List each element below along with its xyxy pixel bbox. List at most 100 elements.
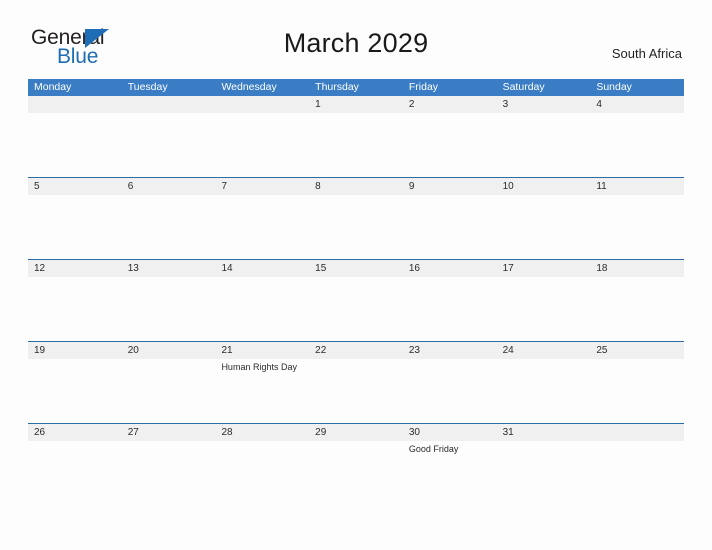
day-number-7[interactable]: 7	[215, 178, 309, 195]
calendar-grid: Monday Tuesday Wednesday Thursday Friday Satu…	[28, 79, 684, 505]
day-events-empty	[215, 277, 309, 341]
weekday-header-thursday: Thursday	[315, 81, 359, 93]
day-number-16[interactable]: 16	[403, 260, 497, 277]
day-events-empty	[403, 113, 497, 177]
event-label: Good Friday	[408, 444, 459, 454]
day-events-empty	[497, 359, 591, 423]
day-events-empty	[497, 195, 591, 259]
day-events-empty	[122, 113, 216, 177]
day-events-empty	[28, 195, 122, 259]
weekday-header-row: Monday Tuesday Wednesday Thursday Friday Satu…	[28, 79, 684, 96]
day-number-22[interactable]: 22	[309, 342, 403, 359]
day-events-empty	[497, 277, 591, 341]
week-event-band	[28, 195, 684, 259]
week-event-band	[28, 277, 684, 341]
day-events-empty	[215, 441, 309, 505]
calendar-week-row: 1234	[28, 96, 684, 177]
day-number-23[interactable]: 23	[403, 342, 497, 359]
day-number-empty	[590, 424, 684, 441]
day-events-empty	[590, 441, 684, 505]
day-events-empty	[215, 113, 309, 177]
week-date-band: 1234	[28, 96, 684, 113]
page-header: General Blue March 2029 South Africa	[0, 0, 712, 68]
day-events-empty	[28, 277, 122, 341]
day-events-30[interactable]: Good Friday	[403, 441, 497, 505]
day-number-6[interactable]: 6	[122, 178, 216, 195]
day-events-empty	[590, 113, 684, 177]
day-events-empty	[28, 441, 122, 505]
day-number-4[interactable]: 4	[590, 96, 684, 113]
day-events-empty	[122, 195, 216, 259]
day-number-empty	[215, 96, 309, 113]
calendar-page: General Blue March 2029 South Africa Mon…	[0, 0, 712, 550]
day-number-9[interactable]: 9	[403, 178, 497, 195]
week-date-band: 19 20 21 22 23 24 25	[28, 341, 684, 359]
day-number-1[interactable]: 1	[309, 96, 403, 113]
event-label: Human Rights Day	[221, 362, 297, 372]
day-number-28[interactable]: 28	[215, 424, 309, 441]
calendar-week-row: 5 6 7 8 9 10 11	[28, 177, 684, 259]
week-event-band: Human Rights Day	[28, 359, 684, 423]
week-date-band: 12 13 14 15 16 17 18	[28, 259, 684, 277]
day-events-empty	[403, 277, 497, 341]
day-number-empty	[28, 96, 122, 113]
week-date-band: 5 6 7 8 9 10 11	[28, 177, 684, 195]
day-number-19[interactable]: 19	[28, 342, 122, 359]
day-number-14[interactable]: 14	[215, 260, 309, 277]
day-number-5[interactable]: 5	[28, 178, 122, 195]
weekday-header-wednesday: Wednesday	[221, 81, 277, 93]
weekday-header-sunday: Sunday	[596, 81, 632, 93]
day-number-15[interactable]: 15	[309, 260, 403, 277]
day-events-empty	[309, 113, 403, 177]
day-number-13[interactable]: 13	[122, 260, 216, 277]
day-events-empty	[122, 277, 216, 341]
day-events-empty	[28, 359, 122, 423]
calendar-week-row: 12 13 14 15 16 17 18	[28, 259, 684, 341]
day-number-8[interactable]: 8	[309, 178, 403, 195]
day-events-empty	[403, 195, 497, 259]
day-events-empty	[590, 359, 684, 423]
day-events-empty	[403, 359, 497, 423]
day-events-empty	[309, 359, 403, 423]
weekday-header-saturday: Saturday	[502, 81, 545, 93]
week-event-band: Good Friday	[28, 441, 684, 505]
day-events-empty	[309, 195, 403, 259]
day-number-25[interactable]: 25	[590, 342, 684, 359]
weekday-header-friday: Friday	[408, 81, 439, 93]
day-number-11[interactable]: 11	[590, 178, 684, 195]
day-events-empty	[309, 441, 403, 505]
day-events-empty	[122, 359, 216, 423]
weekday-header-monday: Monday	[34, 81, 72, 93]
day-number-31[interactable]: 31	[497, 424, 591, 441]
week-event-band	[28, 113, 684, 177]
day-events-empty	[590, 277, 684, 341]
calendar-week-row: 26 27 28 29 30 31 Good Friday	[28, 423, 684, 505]
day-events-empty	[122, 441, 216, 505]
day-events-empty	[309, 277, 403, 341]
day-number-30[interactable]: 30	[403, 424, 497, 441]
day-number-2[interactable]: 2	[403, 96, 497, 113]
day-events-empty	[590, 195, 684, 259]
region-label: South Africa	[611, 46, 682, 61]
day-number-12[interactable]: 12	[28, 260, 122, 277]
day-number-20[interactable]: 20	[122, 342, 216, 359]
calendar-weeks: 1 2 3 4 5 6 7 8 9 10 11 12 13 14 15 16 17 18 19 20 21 22 23 24 2…	[28, 96, 684, 505]
day-events-empty	[215, 195, 309, 259]
day-number-18[interactable]: 18	[590, 260, 684, 277]
day-number-24[interactable]: 24	[497, 342, 591, 359]
day-number-27[interactable]: 27	[122, 424, 216, 441]
day-number-3[interactable]: 3	[497, 96, 591, 113]
day-events-empty	[497, 441, 591, 505]
day-events-21[interactable]: Human Rights Day	[215, 359, 309, 423]
day-number-21[interactable]: 21	[215, 342, 309, 359]
week-date-band: 26 27 28 29 30 31	[28, 423, 684, 441]
day-number-26[interactable]: 26	[28, 424, 122, 441]
day-events-empty	[28, 113, 122, 177]
day-number-10[interactable]: 10	[497, 178, 591, 195]
day-events-empty	[497, 113, 591, 177]
page-title: March 2029	[283, 28, 429, 58]
day-number-17[interactable]: 17	[497, 260, 591, 277]
day-number-29[interactable]: 29	[309, 424, 403, 441]
calendar-week-row: 19 20 21 22 23 24 25 Human Rights Day	[28, 341, 684, 423]
day-number-empty	[122, 96, 216, 113]
